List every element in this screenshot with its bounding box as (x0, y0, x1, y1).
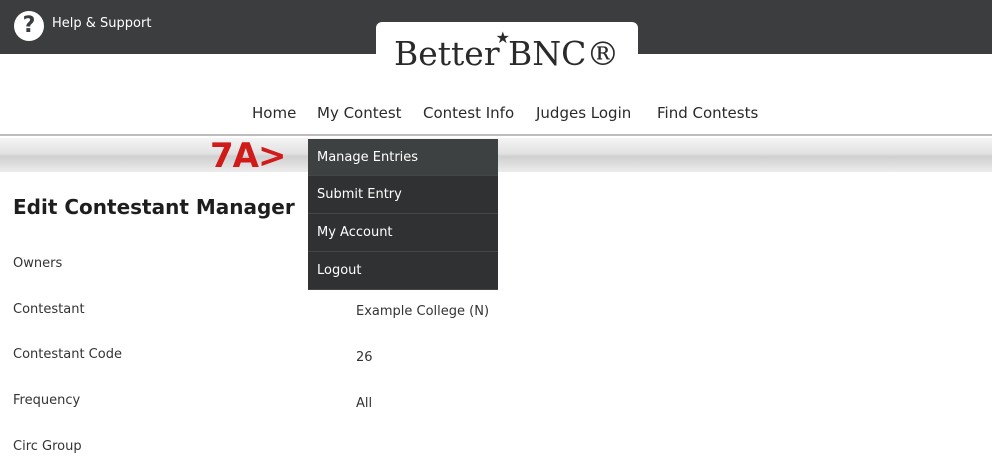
my-contest-dropdown: Manage Entries Submit Entry My Account L… (308, 139, 498, 290)
nav-home[interactable]: Home (252, 104, 296, 122)
logo-text-better: Better (394, 34, 500, 73)
field-label-owners: Owners (13, 256, 63, 271)
field-label-circ-group: Circ Group (13, 439, 82, 454)
menu-item-my-account[interactable]: My Account (308, 214, 498, 252)
help-icon: ? (14, 11, 44, 41)
field-label-contestant: Contestant (13, 302, 85, 317)
registered-mark: ® (586, 34, 620, 73)
logo-text-bnc: BNC (507, 34, 587, 73)
betterbnc-logo[interactable]: Better★BNC® (394, 28, 620, 73)
step-callout-7a: 7A> (210, 136, 286, 176)
menu-item-submit-entry[interactable]: Submit Entry (308, 176, 498, 214)
nav-contest-info[interactable]: Contest Info (423, 104, 514, 122)
help-support-link[interactable]: ? Help & Support (14, 11, 151, 41)
nav-find-contests[interactable]: Find Contests (657, 104, 758, 122)
page-title: Edit Contestant Manager (13, 195, 295, 219)
menu-item-manage-entries[interactable]: Manage Entries (308, 139, 498, 176)
nav-judges-login[interactable]: Judges Login (536, 104, 631, 122)
field-label-frequency: Frequency (13, 393, 81, 408)
star-icon: ★ (495, 28, 510, 47)
field-value-contestant-code: 26 (356, 350, 373, 365)
field-value-frequency: All (356, 396, 373, 411)
menu-item-logout[interactable]: Logout (308, 252, 498, 290)
nav-my-contest[interactable]: My Contest (317, 104, 402, 122)
field-label-contestant-code: Contestant Code (13, 347, 122, 362)
main-nav: Home My Contest Contest Info Judges Logi… (0, 104, 992, 124)
field-value-contestant: Example College (N) (356, 304, 490, 319)
help-support-label: Help & Support (52, 15, 152, 31)
